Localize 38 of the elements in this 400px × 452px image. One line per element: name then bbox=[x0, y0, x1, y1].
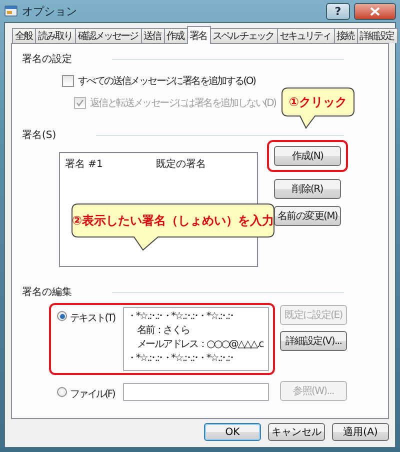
callout: ①クリック bbox=[282, 88, 354, 128]
close-button[interactable] bbox=[354, 2, 396, 20]
tab[interactable]: 署名 bbox=[186, 26, 210, 44]
tab[interactable]: 確認メッセージ bbox=[75, 28, 142, 43]
checkbox-label: すべての送信メッセージに署名を追加する(O) bbox=[78, 74, 256, 88]
dialog-button[interactable]: キャンセル bbox=[268, 423, 325, 441]
tab[interactable]: 読み取り bbox=[35, 28, 76, 43]
dialog-button[interactable]: 削除(R) bbox=[274, 179, 341, 199]
tab[interactable]: 送信 bbox=[140, 28, 164, 43]
window-title: オプション bbox=[22, 4, 78, 18]
list-item-note: 既定の署名 bbox=[156, 158, 206, 171]
tab[interactable]: スペル チェック bbox=[210, 28, 278, 43]
checkbox-label: 返信と転送メッセージには署名を追加しない(D) bbox=[90, 96, 276, 110]
section-heading: 署名の設定 bbox=[22, 52, 72, 66]
signature-text-field[interactable]: ・*☆.:･.:･・*☆.:･.:･・*☆.:･.:･ 名前：さくら メールアドレス：○○○@△△△.c ・*☆.:･.:･・*☆.:･.:･・*☆.:･.:･ bbox=[123, 307, 269, 371]
radio-button[interactable] bbox=[57, 387, 67, 397]
dialog-button[interactable]: OK bbox=[204, 423, 261, 441]
callout: ②表示したい署名（しょめい）を入力 bbox=[72, 204, 274, 250]
tab[interactable]: 接続 bbox=[334, 28, 358, 43]
dialog-button[interactable]: 作成(N) bbox=[274, 146, 341, 166]
dialog-button[interactable]: 詳細設定(V)... bbox=[280, 331, 347, 351]
help-button[interactable]: ? bbox=[326, 2, 350, 20]
file-path-field[interactable] bbox=[123, 383, 269, 401]
tab[interactable]: 全般 bbox=[12, 28, 36, 43]
tab[interactable]: 詳細設定 bbox=[356, 28, 398, 43]
dialog-button[interactable]: 名前の変更(M) bbox=[274, 206, 341, 226]
tab[interactable]: セキュリティ bbox=[276, 28, 335, 43]
tab[interactable]: 作成 bbox=[164, 28, 188, 43]
section-heading: 署名(S) bbox=[22, 128, 56, 142]
radio-label: テキスト(T) bbox=[70, 312, 115, 325]
section-heading: 署名の編集 bbox=[22, 286, 72, 299]
app-icon bbox=[4, 4, 18, 18]
radio-label: ファイル(F) bbox=[70, 388, 114, 401]
close-icon bbox=[370, 6, 380, 16]
list-item[interactable]: 署名 #1 bbox=[65, 157, 156, 171]
dialog-button[interactable]: 適用(A) bbox=[332, 423, 389, 441]
checkbox[interactable] bbox=[62, 75, 74, 87]
radio-button[interactable] bbox=[57, 311, 67, 321]
